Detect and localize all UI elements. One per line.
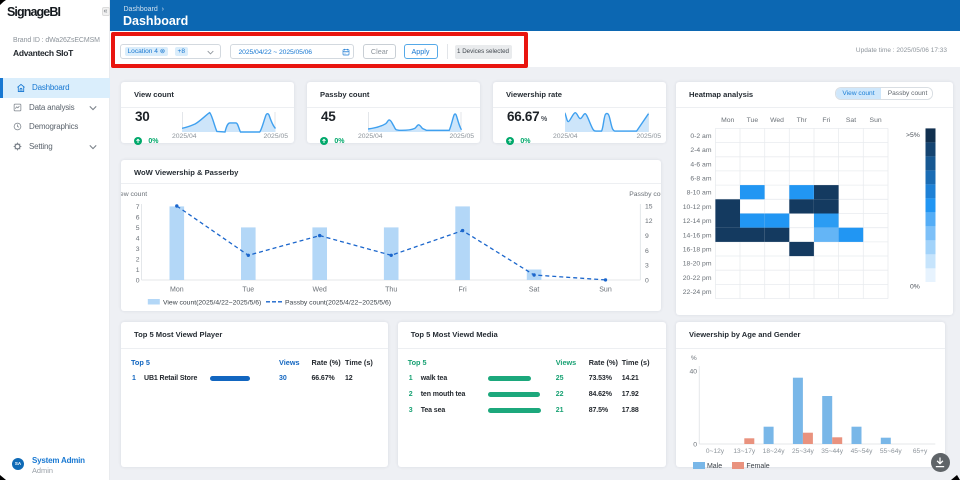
svg-text:4-6 am: 4-6 am [690,161,711,168]
svg-text:14-16 pm: 14-16 pm [683,232,712,239]
svg-text:0-2 am: 0-2 am [690,133,711,140]
svg-text:>5%: >5% [906,132,920,139]
svg-text:1: 1 [136,266,140,273]
svg-text:55~64y: 55~64y [880,448,903,455]
svg-text:Fri: Fri [459,286,468,293]
svg-text:Fri: Fri [822,117,830,124]
svg-text:16-18 pm: 16-18 pm [683,247,712,254]
svg-text:0: 0 [645,277,649,284]
svg-text:4: 4 [136,235,140,242]
svg-text:Wed: Wed [313,286,327,293]
svg-text:65+y: 65+y [913,448,928,455]
svg-text:6-8 am: 6-8 am [690,176,711,183]
svg-text:12: 12 [645,218,653,225]
svg-text:0: 0 [693,442,697,449]
svg-text:15: 15 [645,203,653,210]
svg-text:Thu: Thu [385,286,397,293]
svg-text:Wed: Wed [770,117,784,124]
svg-text:35~44y: 35~44y [821,448,844,455]
svg-text:3: 3 [645,262,649,269]
svg-text:Sun: Sun [599,286,612,293]
svg-text:22-24 pm: 22-24 pm [683,289,712,296]
svg-text:25~34y: 25~34y [792,448,815,455]
svg-text:0%: 0% [910,283,920,290]
svg-text:18~24y: 18~24y [763,448,786,455]
svg-text:Sat: Sat [846,117,856,124]
svg-text:6: 6 [136,214,140,221]
svg-text:Tue: Tue [242,286,254,293]
svg-text:Thr: Thr [797,117,808,124]
svg-text:Mon: Mon [170,286,184,293]
svg-text:12-14 pm: 12-14 pm [683,218,712,225]
svg-text:20-22 pm: 20-22 pm [683,275,712,282]
svg-text:Mon: Mon [721,117,734,124]
svg-text:9: 9 [645,233,649,240]
svg-text:View count(2025/4/22~2025/5/6): View count(2025/4/22~2025/5/6) [163,299,261,306]
svg-text:3: 3 [136,245,140,252]
svg-text:Tue: Tue [747,117,759,124]
svg-text:18-20 pm: 18-20 pm [683,261,712,268]
svg-text:2-4 am: 2-4 am [690,147,711,154]
svg-text:0: 0 [136,277,140,284]
svg-text:13~17y: 13~17y [733,448,756,455]
svg-text:2: 2 [136,256,140,263]
svg-text:6: 6 [645,247,649,254]
svg-text:8-10 am: 8-10 am [687,190,712,197]
svg-text:Sat: Sat [529,286,540,293]
svg-text:0~12y: 0~12y [706,448,725,455]
svg-text:7: 7 [136,203,140,210]
svg-text:40: 40 [689,369,697,376]
svg-text:Passby count(2025/4/22~2025/5/: Passby count(2025/4/22~2025/5/6) [285,299,391,306]
svg-text:10-12 pm: 10-12 pm [683,204,712,211]
svg-text:%: % [691,355,697,362]
svg-text:5: 5 [136,224,140,231]
svg-text:45~54y: 45~54y [851,448,874,455]
svg-text:Sun: Sun [870,117,882,124]
